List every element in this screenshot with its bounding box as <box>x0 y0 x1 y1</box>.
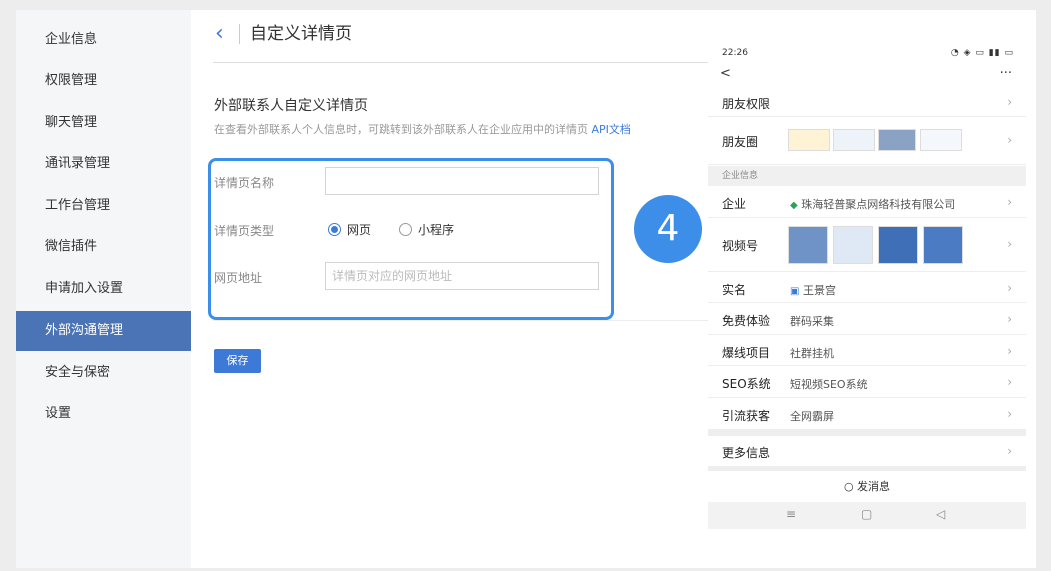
chevron-right-icon: › <box>1007 344 1012 358</box>
chevron-right-icon: › <box>1007 95 1012 109</box>
radio-webpage[interactable] <box>328 223 341 236</box>
detail-name-input[interactable] <box>325 167 599 195</box>
phone-back-icon[interactable]: < <box>720 66 731 81</box>
back-triangle-icon[interactable]: ◁ <box>936 507 945 521</box>
company-name: 珠海轻普聚点网络科技有限公司 <box>801 198 956 211</box>
back-arrow-icon[interactable]: ‹ <box>215 22 224 46</box>
phone-row-realname[interactable]: 实名 ▣ 王景宫 › <box>708 272 1026 303</box>
sidebar-item-permissions[interactable]: 权限管理 <box>16 61 191 101</box>
sidebar-item-wechat-plugin[interactable]: 微信插件 <box>16 227 191 267</box>
chevron-right-icon: › <box>1007 375 1012 389</box>
channel-thumbnail-3 <box>878 226 918 264</box>
phone-row-value: 全网霸屏 <box>790 410 834 423</box>
phone-row-project[interactable]: 爆线项目 社群挂机 › <box>708 335 1026 366</box>
send-message-label: 发消息 <box>857 480 891 493</box>
send-message-button[interactable]: ○ 发消息 <box>708 478 1026 494</box>
chevron-right-icon: › <box>1007 195 1012 209</box>
phone-section-header: 企业信息 <box>708 166 1026 186</box>
phone-row-label: 引流获客 <box>722 409 771 423</box>
company-value: ◆ 珠海轻普聚点网络科技有限公司 <box>790 196 955 212</box>
phone-band <box>708 466 1026 471</box>
phone-row-label: 免费体验 <box>722 314 771 328</box>
radio-miniprogram-label[interactable]: 小程序 <box>418 221 454 238</box>
phone-row-label: 企业 <box>722 197 747 211</box>
channel-thumbnail-2 <box>833 226 873 264</box>
section-description: 在查看外部联系人个人信息时，可跳转到该外部联系人在企业应用中的详情页 API文档 <box>214 121 631 137</box>
sidebar-item-settings[interactable]: 设置 <box>16 394 191 434</box>
phone-row-free-trial[interactable]: 免费体验 群码采集 › <box>708 303 1026 335</box>
phone-row-label: 实名 <box>722 283 747 297</box>
sidebar-item-contacts[interactable]: 通讯录管理 <box>16 144 191 184</box>
phone-row-friend-permission[interactable]: 朋友权限 › <box>708 87 1026 117</box>
api-doc-link[interactable]: API文档 <box>592 123 631 136</box>
phone-row-label: SEO系统 <box>722 377 771 391</box>
channel-thumbnail-4 <box>923 226 963 264</box>
detail-name-label: 详情页名称 <box>214 176 275 190</box>
id-card-icon: ▣ <box>790 286 800 297</box>
moments-thumbnail-3 <box>878 129 916 151</box>
phone-row-value: 群码采集 <box>790 315 834 328</box>
phone-row-label: 爆线项目 <box>722 346 771 360</box>
url-label: 网页地址 <box>214 271 263 285</box>
chevron-right-icon: › <box>1007 133 1012 147</box>
chevron-right-icon: › <box>1007 312 1012 326</box>
sidebar-item-chat[interactable]: 聊天管理 <box>16 103 191 143</box>
moments-thumbnail-4 <box>920 129 962 151</box>
chevron-right-icon: › <box>1007 281 1012 295</box>
status-time: 22:26 <box>722 48 748 58</box>
page-title: 自定义详情页 <box>250 24 352 44</box>
phone-preview: 22:26 ◔ ◈ ▭ ▮▮ ▭ < ··· 朋友权限 › 朋友圈 › 企业信息… <box>708 44 1026 529</box>
phone-row-label: 更多信息 <box>722 446 771 460</box>
url-input[interactable]: 详情页对应的网页地址 <box>325 262 599 290</box>
form-divider <box>213 320 716 321</box>
chevron-right-icon: › <box>1007 237 1012 251</box>
radio-miniprogram[interactable] <box>399 223 412 236</box>
realname-value: ▣ 王景宫 <box>790 282 836 298</box>
sidebar-item-join-settings[interactable]: 申请加入设置 <box>16 269 191 309</box>
step-badge: 4 <box>634 195 702 263</box>
sidebar-item-workbench[interactable]: 工作台管理 <box>16 186 191 226</box>
sidebar: 企业信息 权限管理 聊天管理 通讯录管理 工作台管理 微信插件 申请加入设置 外… <box>16 10 191 568</box>
save-button[interactable]: 保存 <box>214 349 261 373</box>
phone-row-label: 视频号 <box>722 239 759 253</box>
status-icons: ◔ ◈ ▭ ▮▮ ▭ <box>950 48 1014 58</box>
phone-row-value: 社群挂机 <box>790 347 834 360</box>
phone-row-channels[interactable]: 视频号 › <box>708 218 1026 272</box>
phone-row-company[interactable]: 企业 ◆ 珠海轻普聚点网络科技有限公司 › <box>708 186 1026 218</box>
realname-text: 王景宫 <box>802 284 836 297</box>
title-divider <box>239 24 240 44</box>
detail-type-label: 详情页类型 <box>214 224 275 238</box>
sidebar-item-external-comm[interactable]: 外部沟通管理 <box>16 311 191 351</box>
chevron-right-icon: › <box>1007 407 1012 421</box>
phone-row-more-info[interactable]: 更多信息 › <box>708 436 1026 466</box>
home-icon[interactable]: ▢ <box>861 507 872 521</box>
header-divider <box>213 62 716 63</box>
section-title: 外部联系人自定义详情页 <box>214 98 368 114</box>
phone-row-traffic[interactable]: 引流获客 全网霸屏 › <box>708 398 1026 430</box>
android-nav-bar: ≡ ▢ ◁ <box>708 502 1026 529</box>
phone-more-icon[interactable]: ··· <box>1000 66 1012 81</box>
sidebar-item-security[interactable]: 安全与保密 <box>16 353 191 393</box>
phone-row-seo[interactable]: SEO系统 短视频SEO系统 › <box>708 366 1026 398</box>
phone-row-moments[interactable]: 朋友圈 › <box>708 117 1026 165</box>
radio-webpage-label[interactable]: 网页 <box>347 221 371 238</box>
chevron-right-icon: › <box>1007 444 1012 458</box>
phone-row-value: 短视频SEO系统 <box>790 378 868 391</box>
moments-thumbnail-1 <box>788 129 830 151</box>
menu-icon[interactable]: ≡ <box>786 507 796 521</box>
phone-row-label: 朋友圈 <box>722 135 759 149</box>
chat-bubble-icon: ○ <box>843 480 854 493</box>
sidebar-item-company-info[interactable]: 企业信息 <box>16 20 191 60</box>
phone-row-label: 朋友权限 <box>722 97 771 111</box>
channel-thumbnail-1 <box>788 226 828 264</box>
section-description-text: 在查看外部联系人个人信息时，可跳转到该外部联系人在企业应用中的详情页 <box>214 123 588 136</box>
main-panel: ‹ 自定义详情页 外部联系人自定义详情页 在查看外部联系人个人信息时，可跳转到该… <box>191 10 716 568</box>
verified-shield-icon: ◆ <box>790 200 798 211</box>
moments-thumbnail-2 <box>833 129 875 151</box>
